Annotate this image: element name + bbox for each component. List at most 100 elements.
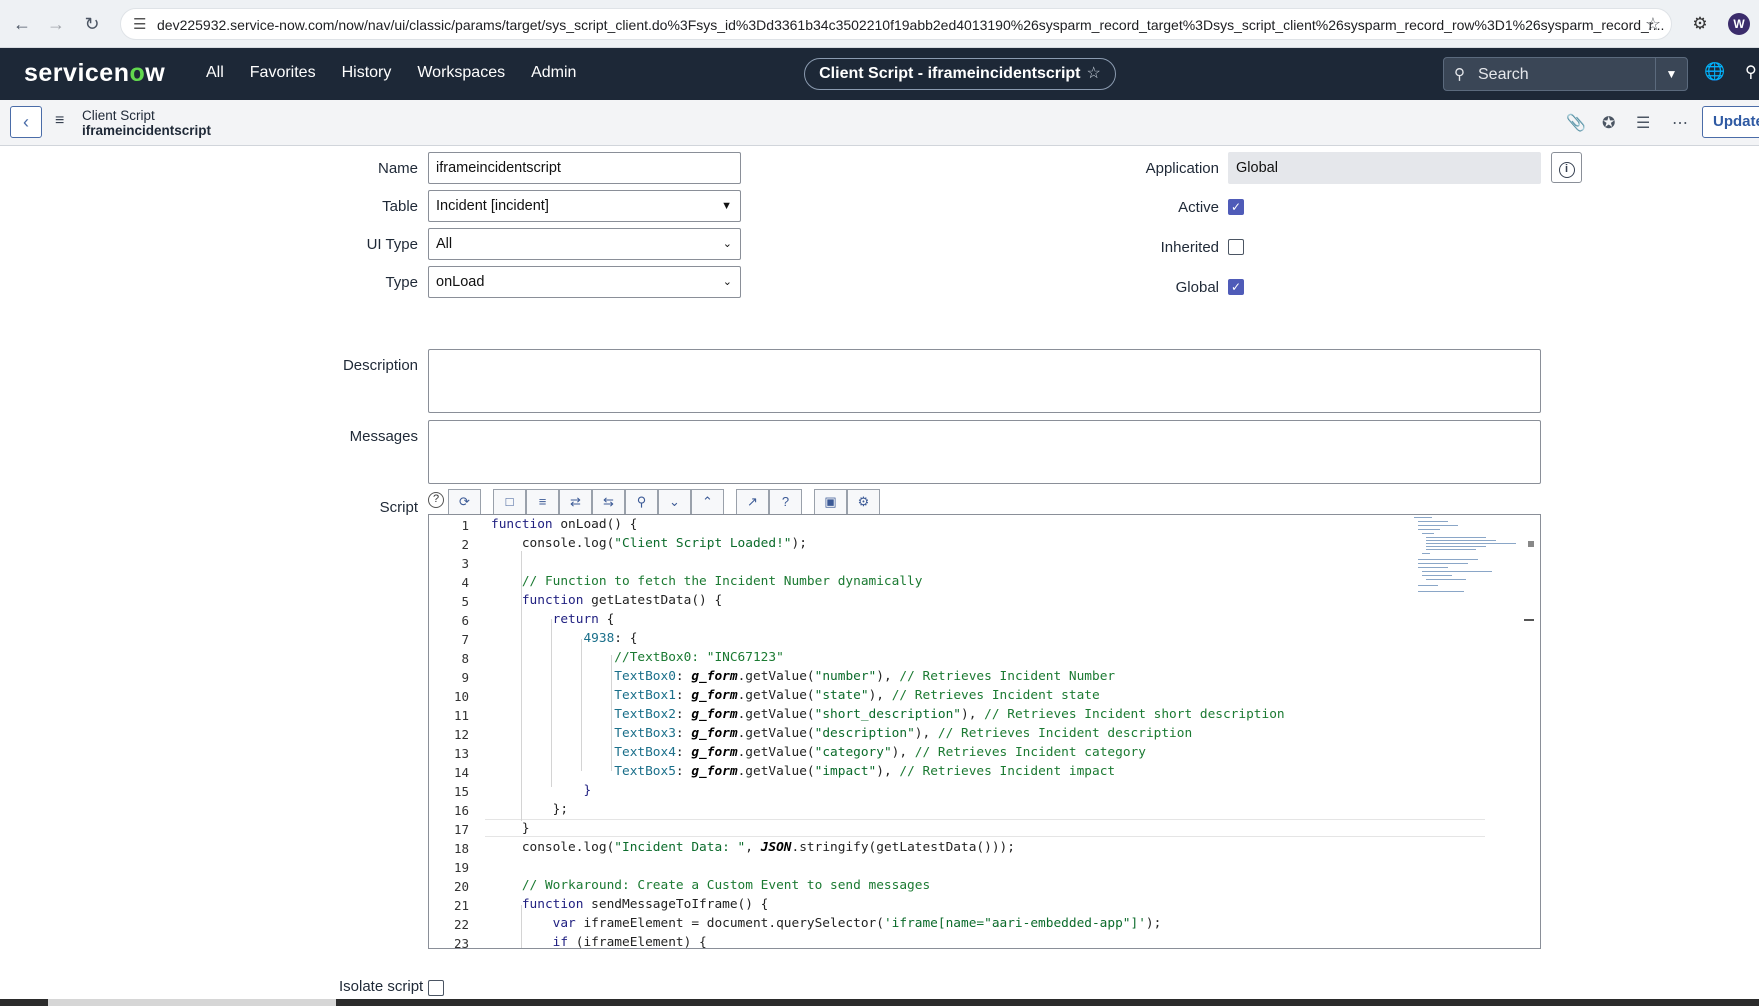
line-number: 2 bbox=[461, 537, 469, 552]
messages-textarea[interactable] bbox=[428, 420, 1541, 484]
line-number: 8 bbox=[461, 651, 469, 666]
address-bar[interactable]: ☰ dev225932.service-now.com/now/nav/ui/c… bbox=[120, 8, 1672, 40]
comment-icon[interactable]: □ bbox=[493, 489, 526, 515]
code-line: var iframeElement = document.querySelect… bbox=[552, 916, 1162, 931]
activity-icon[interactable]: ✪ bbox=[1602, 113, 1615, 133]
type-value: onLoad bbox=[436, 274, 485, 290]
reload-icon[interactable]: ↻ bbox=[80, 12, 104, 36]
line-number: 7 bbox=[461, 632, 469, 647]
script-label: Script bbox=[379, 499, 418, 516]
search-placeholder: Search bbox=[1478, 66, 1529, 83]
global-label: Global bbox=[1175, 279, 1219, 296]
nav-all[interactable]: All bbox=[206, 64, 224, 82]
more-options-icon[interactable]: ⋯ bbox=[1672, 113, 1688, 133]
find-next-icon[interactable]: ⌄ bbox=[658, 489, 691, 515]
script-toolbar: ⟳ □ ≡ ⇄ ⇆ ⚲ ⌄ ⌃ ↗ ? ▣ ⚙ bbox=[448, 489, 880, 515]
line-number: 20 bbox=[453, 879, 469, 894]
script-help-icon[interactable]: ? bbox=[769, 489, 802, 515]
favorite-star-icon[interactable]: ☆ bbox=[1087, 65, 1101, 82]
messages-label: Messages bbox=[349, 428, 418, 445]
code-line: return { bbox=[552, 612, 615, 627]
name-input[interactable]: iframeincidentscript bbox=[428, 152, 741, 184]
line-number: 6 bbox=[461, 613, 469, 628]
code-line: //TextBox0: "INC67123" bbox=[614, 650, 784, 665]
url-text: dev225932.service-now.com/now/nav/ui/cla… bbox=[157, 17, 1665, 33]
search-scope-dropdown[interactable]: ▼ bbox=[1655, 58, 1687, 90]
ui-type-value: All bbox=[436, 236, 453, 252]
back-arrow-icon[interactable]: ← bbox=[10, 12, 34, 36]
table-label: Table bbox=[382, 198, 418, 215]
replace-icon[interactable]: ⇄ bbox=[559, 489, 592, 515]
inherited-checkbox[interactable] bbox=[1228, 239, 1244, 255]
replace-all-icon[interactable]: ⇆ bbox=[592, 489, 625, 515]
code-line: // Workaround: Create a Custom Event to … bbox=[521, 878, 931, 893]
table-value: Incident [incident] bbox=[436, 198, 549, 214]
line-number: 12 bbox=[453, 727, 469, 742]
nav-history[interactable]: History bbox=[342, 64, 392, 82]
isolate-script-label: Isolate script bbox=[339, 978, 424, 995]
profile-avatar[interactable]: W bbox=[1728, 13, 1750, 35]
save-icon[interactable]: ▣ bbox=[814, 489, 847, 515]
ui-type-select[interactable]: All ⌄ bbox=[428, 228, 741, 260]
attachment-icon[interactable]: 📎 bbox=[1566, 113, 1586, 133]
help-icon[interactable]: ? bbox=[428, 492, 444, 508]
update-button[interactable]: Update bbox=[1702, 106, 1759, 138]
global-checkbox[interactable]: ✓ bbox=[1228, 279, 1244, 295]
fullscreen-icon[interactable]: ↗ bbox=[736, 489, 769, 515]
global-search[interactable]: ⚲ Search ▼ bbox=[1443, 57, 1688, 91]
search-icon-secondary[interactable]: ⚲ bbox=[1745, 62, 1757, 82]
ui-type-label: UI Type bbox=[366, 236, 418, 253]
chevron-down-icon: ⌄ bbox=[722, 276, 732, 288]
line-number: 22 bbox=[453, 917, 469, 932]
line-number: 19 bbox=[453, 860, 469, 875]
code-line: // Function to fetch the Incident Number… bbox=[521, 574, 923, 589]
line-number: 14 bbox=[453, 765, 469, 780]
bookmark-star-icon[interactable]: ☆ bbox=[1645, 14, 1661, 35]
find-previous-icon[interactable]: ⌃ bbox=[691, 489, 724, 515]
info-button[interactable]: i bbox=[1551, 152, 1582, 183]
scroll-marker bbox=[1528, 541, 1534, 547]
code-line: TextBox1: g_form.getValue("state"), // R… bbox=[614, 688, 1100, 703]
type-label: Type bbox=[385, 274, 418, 291]
info-icon: i bbox=[1558, 162, 1575, 178]
code-minimap[interactable] bbox=[1414, 515, 1534, 615]
code-line: } bbox=[583, 783, 592, 798]
globe-icon[interactable]: 🌐 bbox=[1704, 62, 1725, 82]
toggle-syntax-icon[interactable]: ⟳ bbox=[448, 489, 481, 515]
code-line: console.log("Incident Data: ", JSON.stri… bbox=[491, 840, 1015, 855]
personalize-icon[interactable]: ☰ bbox=[1636, 113, 1650, 133]
debug-icon[interactable]: ⚙ bbox=[847, 489, 880, 515]
extension-gear-icon[interactable]: ⚙ bbox=[1688, 12, 1712, 36]
active-label: Active bbox=[1178, 199, 1219, 216]
context-title-pill[interactable]: Client Script - iframeincidentscript ☆ bbox=[804, 58, 1116, 90]
record-name: iframeincidentscript bbox=[82, 123, 212, 138]
top-navigation: servicenow All Favorites History Workspa… bbox=[0, 48, 1759, 100]
active-checkbox[interactable]: ✓ bbox=[1228, 199, 1244, 215]
nav-admin[interactable]: Admin bbox=[531, 64, 576, 82]
line-number: 15 bbox=[453, 784, 469, 799]
table-select[interactable]: Incident [incident] ▼ bbox=[428, 190, 741, 222]
nav-links: All Favorites History Workspaces Admin bbox=[206, 64, 602, 82]
search-icon: ⚲ bbox=[1454, 66, 1465, 83]
isolate-script-checkbox[interactable] bbox=[428, 980, 444, 996]
nav-workspaces[interactable]: Workspaces bbox=[417, 64, 505, 82]
nav-favorites[interactable]: Favorites bbox=[250, 64, 316, 82]
line-number: 16 bbox=[453, 803, 469, 818]
forward-arrow-icon[interactable]: → bbox=[44, 12, 68, 36]
record-title: Client Script iframeincidentscript bbox=[82, 108, 211, 138]
type-select[interactable]: onLoad ⌄ bbox=[428, 266, 741, 298]
back-button[interactable]: ‹ bbox=[10, 106, 42, 138]
code-line: function sendMessageToIframe() { bbox=[521, 897, 769, 912]
format-code-icon[interactable]: ≡ bbox=[526, 489, 559, 515]
context-menu-icon[interactable]: ≡ bbox=[55, 112, 64, 130]
servicenow-logo[interactable]: servicenow bbox=[24, 59, 165, 88]
site-settings-icon[interactable]: ☰ bbox=[133, 15, 146, 33]
line-number: 4 bbox=[461, 575, 469, 590]
code-line: TextBox2: g_form.getValue("short_descrip… bbox=[614, 707, 1285, 722]
description-textarea[interactable] bbox=[428, 349, 1541, 413]
name-label: Name bbox=[377, 160, 418, 177]
script-editor[interactable]: 1 2 3 4 5 6 7 8 9 10 11 12 13 14 15 16 17 18 19 20 21 22 23 fu… bbox=[428, 514, 1541, 949]
scroll-thumb[interactable] bbox=[1524, 619, 1534, 621]
search-code-icon[interactable]: ⚲ bbox=[625, 489, 658, 515]
browser-toolbar: ← → ↻ ☰ dev225932.service-now.com/now/na… bbox=[0, 0, 1759, 48]
